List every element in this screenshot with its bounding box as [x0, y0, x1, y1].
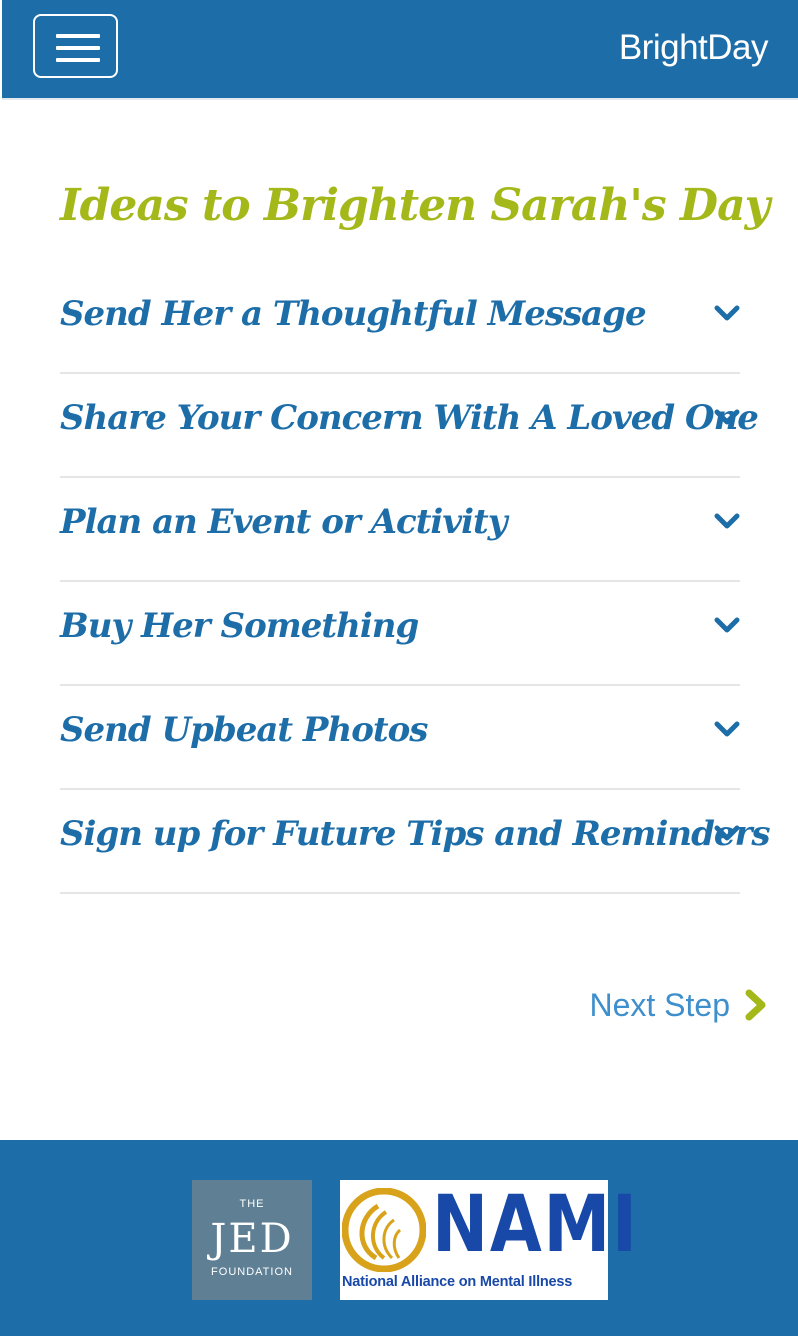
chevron-right-icon	[745, 989, 766, 1021]
accordion-item-label: Buy Her Something	[60, 606, 419, 646]
chevron-down-icon	[714, 617, 740, 633]
accordion-item-label: Send Upbeat Photos	[60, 710, 428, 750]
accordion-item-label: Plan an Event or Activity	[60, 502, 507, 542]
accordion-item-label: Share Your Concern With A Loved One	[60, 398, 759, 438]
footer: THE JED FOUNDATION NAMI National Allianc…	[0, 1140, 798, 1336]
brand-link[interactable]: BrightDay	[619, 28, 769, 68]
ideas-accordion: Send Her a Thoughtful Message Share Your…	[60, 270, 771, 894]
jed-logo-foundation: FOUNDATION	[211, 1266, 293, 1278]
nami-logo[interactable]: NAMI National Alliance on Mental Illness	[340, 1180, 637, 1300]
accordion-item-label: Send Her a Thoughtful Message	[60, 294, 647, 334]
nami-logo-tagline: National Alliance on Mental Illness	[342, 1274, 573, 1290]
nami-logo-name: NAMI	[432, 1180, 639, 1270]
accordion-item-upbeat-photos[interactable]: Send Upbeat Photos	[60, 686, 740, 790]
navbar: BrightDay	[2, 0, 798, 100]
jed-logo-the: THE	[239, 1198, 265, 1210]
chevron-down-icon	[714, 721, 740, 737]
page-title: Ideas to Brighten Sarah's Day	[60, 180, 770, 231]
accordion-item-share-concern[interactable]: Share Your Concern With A Loved One	[60, 374, 759, 478]
chevron-down-icon	[714, 513, 740, 529]
accordion-item-sign-up[interactable]: Sign up for Future Tips and Reminders	[60, 790, 771, 894]
menu-toggle-button[interactable]	[33, 14, 118, 78]
next-step-label: Next Step	[589, 986, 730, 1023]
jed-logo-name: JED	[210, 1216, 294, 1262]
next-step-link[interactable]: Next Step	[589, 980, 768, 1030]
chevron-down-icon	[714, 409, 740, 425]
chevron-down-icon	[714, 305, 740, 321]
nami-emblem-icon	[342, 1188, 426, 1272]
accordion-item-thoughtful-message[interactable]: Send Her a Thoughtful Message	[60, 270, 740, 374]
chevron-down-icon	[714, 825, 740, 841]
jed-foundation-logo[interactable]: THE JED FOUNDATION	[192, 1180, 312, 1300]
accordion-item-plan-event[interactable]: Plan an Event or Activity	[60, 478, 740, 582]
accordion-item-label: Sign up for Future Tips and Reminders	[60, 814, 771, 854]
accordion-item-buy-something[interactable]: Buy Her Something	[60, 582, 740, 686]
